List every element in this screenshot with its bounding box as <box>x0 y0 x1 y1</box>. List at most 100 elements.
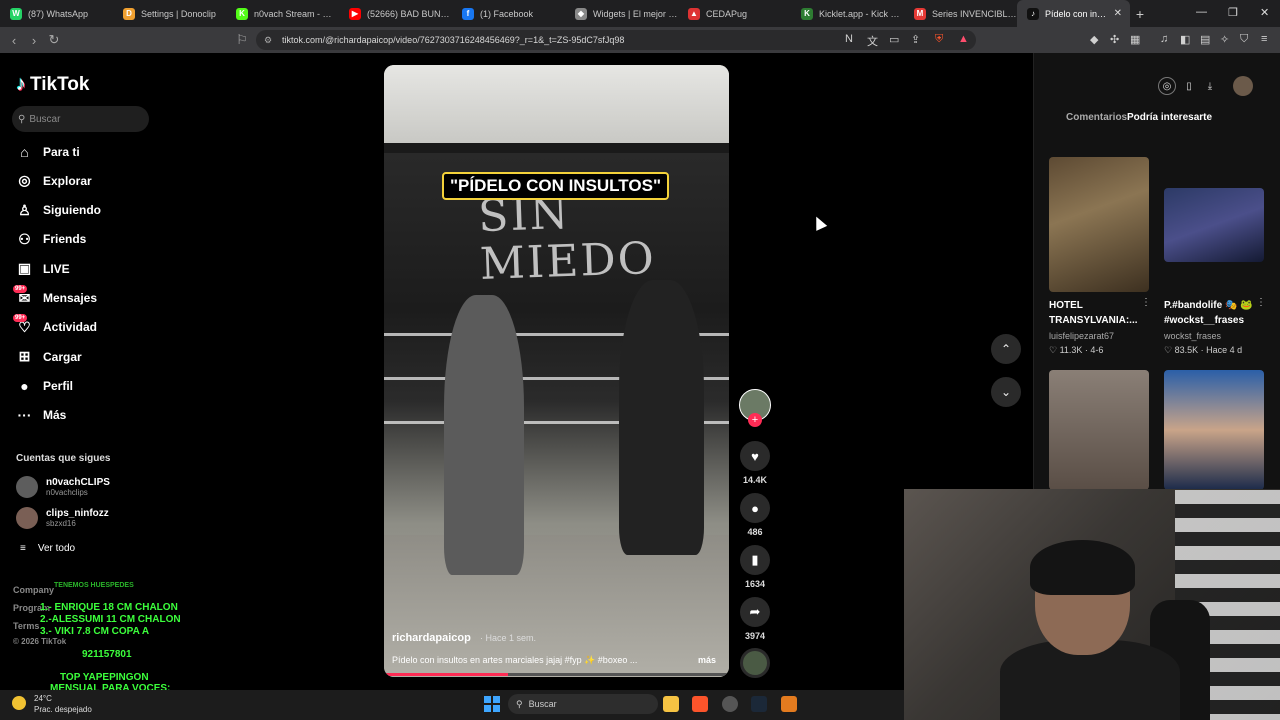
explore-icon[interactable]: ◎ <box>1158 77 1176 95</box>
video-fighter-right <box>619 280 704 555</box>
video-username[interactable]: richardapaicop <box>392 632 471 644</box>
vpn-icon[interactable]: ⛉ <box>1240 33 1248 46</box>
browser-tab[interactable]: f (1) Facebook <box>452 0 565 27</box>
steam-icon[interactable] <box>751 696 767 712</box>
reload-icon[interactable]: ↻ <box>44 32 64 48</box>
sidebar-item-explorar[interactable]: ◎ Explorar <box>16 172 91 189</box>
windows-start-icon[interactable] <box>484 696 500 712</box>
bookmark-icon[interactable]: ⚐ <box>232 32 252 48</box>
extension-wallet-icon[interactable]: ◆ <box>1090 33 1098 46</box>
share-icon[interactable]: ⇪ <box>911 33 920 46</box>
browser-tab[interactable]: ♪ Pídelo con insultos ✕ <box>1017 0 1130 27</box>
tab-recommendations[interactable]: Podría interesarte <box>1127 112 1212 123</box>
recommended-thumbnail[interactable] <box>1049 370 1149 490</box>
taskbar-search[interactable]: ⚲ Buscar <box>508 694 658 714</box>
browser-tab[interactable]: M Series INVENCIBLE (2021) <box>904 0 1017 27</box>
next-video-button[interactable]: ⌄ <box>991 377 1021 407</box>
browser-tab[interactable]: ◆ Widgets | El mejor software <box>565 0 678 27</box>
browser-tab-title: (52666) BAD BUNNY <box>367 8 452 19</box>
menu-icon[interactable]: ≡ <box>1261 33 1267 45</box>
tab-comments[interactable]: Comentarios <box>1066 112 1127 123</box>
sidebar-item-live[interactable]: ▣ LIVE <box>16 260 70 277</box>
browser-tab[interactable]: W (87) WhatsApp <box>0 0 113 27</box>
compass-icon: ◎ <box>16 172 33 189</box>
weather-icon[interactable] <box>12 696 26 710</box>
footer-terms[interactable]: Terms <box>13 621 39 631</box>
share-button[interactable]: ➦ 3974 <box>740 597 770 641</box>
read-aloud-icon[interactable]: N <box>845 33 853 45</box>
sidebar-item-friends[interactable]: ⚇ Friends <box>16 231 86 248</box>
comment-button[interactable]: ● 486 <box>740 493 770 537</box>
obs-icon[interactable] <box>722 696 738 712</box>
sidebar-item-mensajes[interactable]: ✉ 99+ Mensajes <box>13 284 97 307</box>
cast-icon[interactable]: ▭ <box>889 33 899 46</box>
sidebar-item-para-ti[interactable]: ⌂ Para ti <box>16 143 79 160</box>
browser-tab[interactable]: D Settings | Donoclip <box>113 0 226 27</box>
device-icon[interactable]: ▯ <box>1180 77 1198 95</box>
browser-tab[interactable]: Kn0vach Stream - Watch <box>226 0 339 27</box>
sidebar-item-perfil[interactable]: ● Perfil <box>16 377 73 394</box>
like-button[interactable]: ♥ 14.4K <box>740 441 770 485</box>
recommended-user[interactable]: wockst_frases <box>1164 331 1221 341</box>
minimize-window-button[interactable]: — <box>1196 6 1207 18</box>
sidebar-item-actividad[interactable]: ♡ 99+ Actividad <box>13 313 97 336</box>
sidebar-item-label: Siguiendo <box>43 203 101 218</box>
recommended-thumbnail[interactable] <box>1049 157 1149 292</box>
wallet-icon[interactable]: ▤ <box>1200 33 1210 46</box>
follow-plus-icon[interactable]: + <box>748 413 762 427</box>
recommended-user[interactable]: luisfelipezarat67 <box>1049 331 1114 341</box>
more-options-icon[interactable]: ⋮ <box>1256 297 1266 308</box>
browser-tab-title: CEDAPug <box>706 8 748 19</box>
close-tab-icon[interactable]: ✕ <box>1114 8 1122 19</box>
forward-icon[interactable]: › <box>24 33 44 48</box>
browser-tab[interactable]: K Kicklet.app - Kick Chat <box>791 0 904 27</box>
back-icon[interactable]: ‹ <box>4 33 24 48</box>
account-name: n0vachCLIPS <box>46 477 110 488</box>
brave-rewards-icon[interactable]: ▲ <box>958 33 969 45</box>
browser-tab[interactable]: ▶ (52666) BAD BUNNY <box>339 0 452 27</box>
more-icon: ··· <box>16 407 33 424</box>
video-ceiling <box>384 65 729 145</box>
recommended-title[interactable]: HOTEL TRANSYLVANIA:... <box>1049 298 1138 328</box>
recommended-thumbnail[interactable] <box>1164 188 1264 262</box>
following-account[interactable]: clips_ninfozz sbzxd16 <box>16 507 109 529</box>
sidebar-toggle-icon[interactable]: ◧ <box>1180 33 1190 46</box>
footer-company[interactable]: Company <box>13 585 54 595</box>
recommended-title[interactable]: P.#bandolife 🎭 🐸 #wockst__frases <box>1164 298 1253 328</box>
brave-shield-icon[interactable]: ⛨ <box>935 33 943 46</box>
translate-icon[interactable]: 文 <box>867 33 878 49</box>
recommended-thumbnail[interactable] <box>1164 370 1264 490</box>
file-explorer-icon[interactable] <box>663 696 679 712</box>
new-tab-button[interactable]: + <box>1130 6 1150 22</box>
screenshot-icon[interactable]: ▦ <box>1130 33 1140 46</box>
profile-icon: ● <box>16 377 33 394</box>
extension-puzzle-icon[interactable]: ✣ <box>1110 33 1119 46</box>
media-icon[interactable]: ♫ <box>1160 33 1168 45</box>
video-progress-bar[interactable] <box>384 673 729 676</box>
following-account[interactable]: n0vachCLIPS n0vachclips <box>16 476 110 498</box>
more-icon-glyph: ··· <box>17 407 32 424</box>
more-options-icon[interactable]: ⋮ <box>1141 297 1151 308</box>
sidebar-item-más[interactable]: ··· Más <box>16 407 67 424</box>
see-all-link[interactable]: ≡ Ver todo <box>20 543 75 554</box>
previous-video-button[interactable]: ⌃ <box>991 334 1021 364</box>
sidebar-item-label: Friends <box>43 232 87 247</box>
sidebar-item-siguiendo[interactable]: ♙ Siguiendo <box>16 202 101 219</box>
search-input[interactable]: ⚲ Buscar <box>12 106 149 132</box>
site-info-icon[interactable]: ⚙ <box>264 35 272 46</box>
brave-browser-icon[interactable] <box>692 696 708 712</box>
sound-disc-icon[interactable] <box>740 648 770 678</box>
save-button[interactable]: ▮ 1634 <box>740 545 770 589</box>
leo-icon[interactable]: ✧ <box>1220 33 1229 46</box>
user-avatar[interactable] <box>1233 76 1253 96</box>
app-4-icon[interactable] <box>781 696 797 712</box>
close-window-button[interactable]: ✕ <box>1260 6 1269 19</box>
download-icon[interactable]: ⤓ <box>1201 77 1219 95</box>
sidebar-item-cargar[interactable]: ⊞ Cargar <box>16 348 82 365</box>
video-player[interactable]: SIN MIEDO "PÍDELO CON INSULTOS" richarda… <box>384 65 729 677</box>
more-button[interactable]: más <box>698 655 716 665</box>
kicklet-icon: K <box>801 7 813 20</box>
browser-tab[interactable]: ▲ CEDAPug <box>678 0 791 27</box>
restore-window-button[interactable]: ❐ <box>1228 6 1238 19</box>
tiktok-logo[interactable]: ♪ TikTok <box>16 73 89 96</box>
